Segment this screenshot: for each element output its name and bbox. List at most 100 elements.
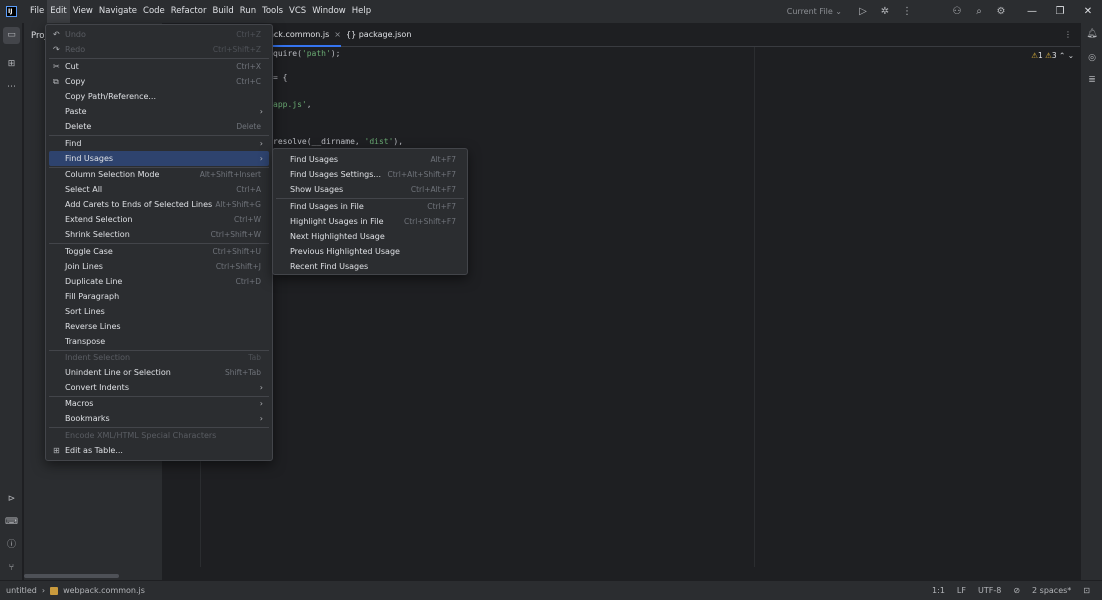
menu-item-copy-path[interactable]: Copy Path/Reference... (49, 89, 269, 104)
warning-count: 1 (1037, 51, 1043, 60)
app-logo-icon[interactable]: IJ (6, 6, 17, 17)
services-icon[interactable]: ⊳ (3, 491, 20, 508)
find-usages-submenu: Find Usages Alt+F7 Find Usages Settings..… (272, 148, 468, 275)
menu-item-fill-paragraph[interactable]: Fill Paragraph (49, 289, 269, 304)
problems-icon[interactable]: ⓘ (3, 537, 20, 554)
menu-item-copy[interactable]: ⧉ Copy Ctrl+C (49, 74, 269, 89)
caret-position[interactable]: 1:1 (932, 586, 945, 595)
menu-file[interactable]: File (27, 0, 47, 23)
submenu-item-next-highlighted[interactable]: Next Highlighted Usage (276, 229, 464, 244)
file-encoding[interactable]: UTF-8 (978, 586, 1001, 595)
menu-item-column-selection[interactable]: Column Selection Mode Alt+Shift+Insert (49, 167, 269, 182)
menu-item-shrink-selection[interactable]: Shrink Selection Ctrl+Shift+W (49, 227, 269, 242)
table-icon: ⊞ (53, 446, 60, 455)
tab-options-icon[interactable]: ⋮ (1064, 23, 1072, 47)
more-actions-icon[interactable]: ⋮ (896, 6, 918, 17)
restore-icon[interactable]: ❐ (1046, 6, 1074, 17)
menu-edit[interactable]: Edit (47, 0, 70, 23)
menu-item-join-lines[interactable]: Join Lines Ctrl+Shift+J (49, 259, 269, 274)
menu-item-bookmarks[interactable]: Bookmarks › (49, 411, 269, 426)
menu-help[interactable]: Help (349, 0, 374, 23)
menu-item-sort-lines[interactable]: Sort Lines (49, 304, 269, 319)
debug-icon[interactable]: ✲ (874, 6, 896, 17)
breadcrumb: untitled › webpack.common.js (6, 586, 145, 595)
line-separator[interactable]: LF (957, 586, 966, 595)
menu-item-toggle-case[interactable]: Toggle Case Ctrl+Shift+U (49, 244, 269, 259)
tab-webpack-common[interactable]: ack.common.js × (269, 23, 341, 47)
menu-item-indent-selection[interactable]: Indent Selection Tab (49, 350, 269, 365)
tab-close-icon[interactable]: × (334, 30, 341, 39)
no-inspection-icon[interactable]: ⊘ (1013, 586, 1020, 595)
menu-item-add-carets[interactable]: Add Carets to Ends of Selected Lines Alt+… (49, 197, 269, 212)
tab-package-json[interactable]: {} package.json (346, 23, 416, 47)
menu-item-duplicate-line[interactable]: Duplicate Line Ctrl+D (49, 274, 269, 289)
status-widgets: 1:1 LF UTF-8 ⊘ 2 spaces* ⊡ (932, 586, 1090, 595)
menu-run[interactable]: Run (237, 0, 259, 23)
menu-item-transpose[interactable]: Transpose (49, 334, 269, 349)
gear-icon[interactable]: ⚙ (990, 6, 1012, 17)
menu-item-unindent[interactable]: Unindent Line or Selection Shift+Tab (49, 365, 269, 380)
menu-item-delete[interactable]: Delete Delete (49, 119, 269, 134)
menu-item-undo[interactable]: ↶ Undo Ctrl+Z (49, 27, 269, 42)
submenu-item-find-usages[interactable]: Find Usages Alt+F7 (276, 152, 464, 167)
menu-item-find-usages[interactable]: Find Usages › (49, 151, 269, 166)
main-menu-bar: File Edit View Navigate Code Refactor Bu… (27, 0, 374, 23)
indent-setting[interactable]: 2 spaces* (1032, 586, 1071, 595)
menu-code[interactable]: Code (140, 0, 168, 23)
database-icon[interactable]: ≣ (1085, 75, 1099, 85)
menu-view[interactable]: View (70, 0, 96, 23)
menu-item-cut[interactable]: ✂ Cut Ctrl+X (49, 59, 269, 74)
notifications-icon[interactable]: 🔔︎ (1085, 29, 1099, 39)
file-breadcrumb[interactable]: webpack.common.js (63, 586, 145, 595)
menu-item-extend-selection[interactable]: Extend Selection Ctrl+W (49, 212, 269, 227)
close-icon[interactable]: ✕ (1074, 6, 1102, 17)
search-icon[interactable]: ⌕ (968, 6, 990, 17)
project-breadcrumb[interactable]: untitled (6, 586, 37, 595)
submenu-item-highlight-usages[interactable]: Highlight Usages in File Ctrl+Shift+F7 (276, 214, 464, 229)
title-bar-actions: Current File ⌄ ▷ ✲ ⋮ ⚇ ⌕ ⚙ — ❐ ✕ (787, 0, 1102, 23)
code-line[interactable]: resolve(__dirname, 'dist'), (273, 137, 403, 146)
menu-tools[interactable]: Tools (259, 0, 286, 23)
chevron-right-icon: › (259, 399, 263, 408)
structure-icon[interactable]: ⊞ (3, 56, 20, 73)
run-configuration-selector[interactable]: Current File ⌄ (787, 7, 842, 16)
inspection-widget[interactable]: ⚠1 ⚠3 ⌃ ⌄ (1031, 51, 1074, 60)
menu-item-find[interactable]: Find › (49, 136, 269, 151)
code-line[interactable]: quire('path'); (273, 49, 340, 58)
more-tools-icon[interactable]: ⋯ (3, 79, 20, 96)
minimize-icon[interactable]: — (1018, 6, 1046, 17)
submenu-item-find-usages-settings[interactable]: Find Usages Settings... Ctrl+Alt+Shift+F7 (276, 167, 464, 182)
terminal-icon[interactable]: ⌨ (3, 514, 20, 531)
menu-item-redo[interactable]: ↷ Redo Ctrl+Shift+Z (49, 42, 269, 57)
project-folder-icon[interactable]: ▭ (3, 27, 20, 44)
menu-window[interactable]: Window (309, 0, 349, 23)
chevron-down-icon[interactable]: ⌄ (1065, 51, 1074, 60)
run-icon[interactable]: ▷ (852, 6, 874, 17)
left-tool-strip: ▭ ⊞ ⋯ ⊳ ⌨ ⓘ ⑂ (0, 23, 23, 580)
menu-item-convert-indents[interactable]: Convert Indents › (49, 380, 269, 395)
ai-assistant-icon[interactable]: ◎ (1085, 53, 1099, 63)
menu-item-select-all[interactable]: Select All Ctrl+A (49, 182, 269, 197)
add-user-icon[interactable]: ⚇ (946, 6, 968, 17)
editor-tabs: ack.common.js × {} package.json ⋮ (162, 23, 1080, 47)
menu-refactor[interactable]: Refactor (168, 0, 210, 23)
tab-label: ack.common.js (269, 30, 330, 39)
editor-area: ack.common.js × {} package.json ⋮ ⚠1 ⚠3 ⌃… (162, 23, 1080, 580)
submenu-item-previous-highlighted[interactable]: Previous Highlighted Usage (276, 244, 464, 259)
read-only-icon[interactable]: ⊡ (1083, 586, 1090, 595)
submenu-item-show-usages[interactable]: Show Usages Ctrl+Alt+F7 (276, 182, 464, 197)
menu-item-encode-xml[interactable]: Encode XML/HTML Special Characters (49, 428, 269, 443)
submenu-item-find-usages-in-file[interactable]: Find Usages in File Ctrl+F7 (276, 199, 464, 214)
code-line[interactable]: app.js', (273, 100, 312, 109)
submenu-item-recent-find-usages[interactable]: Recent Find Usages (276, 259, 464, 274)
menu-item-macros[interactable]: Macros › (49, 396, 269, 411)
menu-vcs[interactable]: VCS (286, 0, 309, 23)
menu-build[interactable]: Build (209, 0, 236, 23)
project-scrollbar[interactable] (24, 574, 119, 578)
menu-navigate[interactable]: Navigate (96, 0, 140, 23)
git-icon[interactable]: ⑂ (3, 560, 20, 577)
code-line[interactable]: = { (273, 73, 287, 82)
menu-item-paste[interactable]: Paste › (49, 104, 269, 119)
menu-item-edit-as-table[interactable]: ⊞ Edit as Table... (49, 443, 269, 458)
menu-item-reverse-lines[interactable]: Reverse Lines (49, 319, 269, 334)
